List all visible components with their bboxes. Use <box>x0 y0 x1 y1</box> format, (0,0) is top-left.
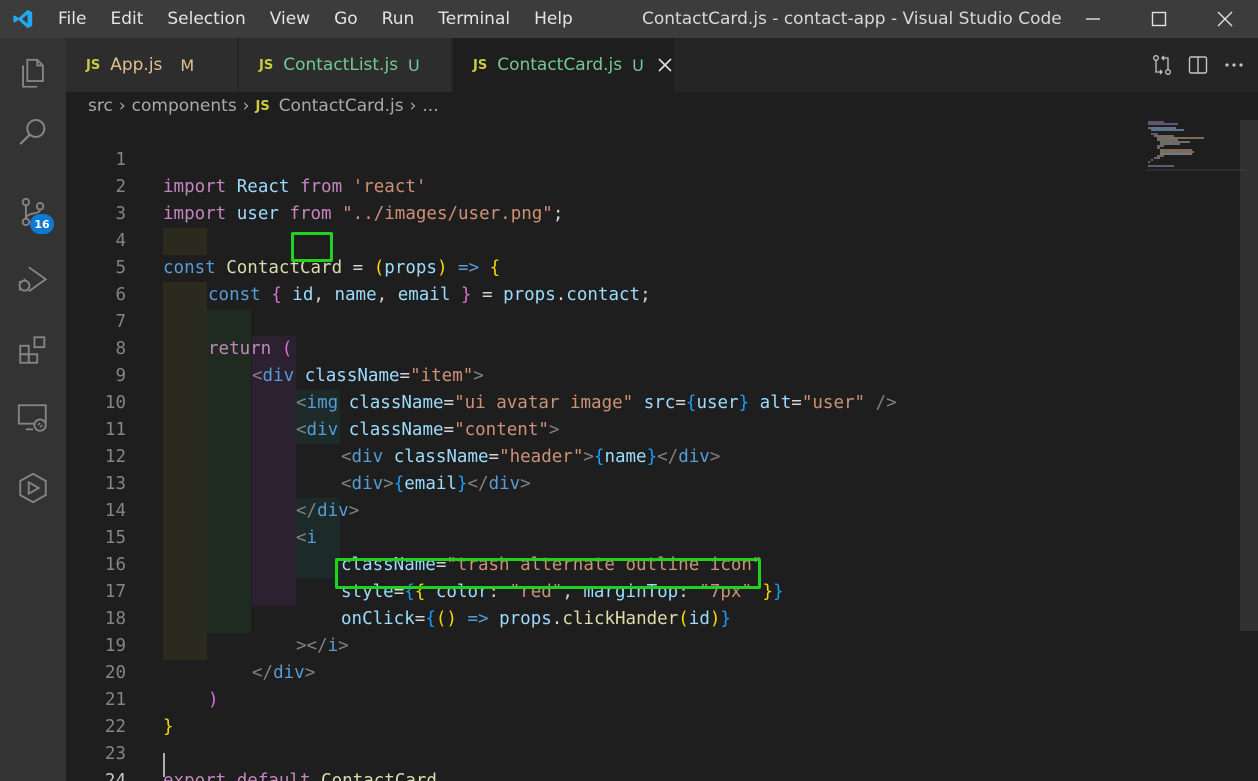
code-line: 21 } <box>66 660 1236 737</box>
close-window-button[interactable] <box>1192 0 1258 38</box>
code-line: 6 <box>66 255 1236 305</box>
editor-tab-bar: JS App.js M JS ContactList.js U JS Conta… <box>66 38 1258 92</box>
editor-actions <box>1144 38 1258 92</box>
line-number: 24 <box>104 771 126 781</box>
code-line: 10 <div className="content"> <box>66 363 1236 440</box>
tab-status: U <box>632 55 644 75</box>
code-line: 19 </div> <box>66 606 1236 683</box>
code-line: 20 ) <box>66 633 1236 710</box>
more-actions-button[interactable] <box>1216 47 1252 83</box>
chevron-right-icon: › <box>242 96 250 116</box>
explorer-button[interactable] <box>0 46 66 102</box>
breadcrumb-symbol[interactable]: ... <box>422 96 438 116</box>
extensions-button[interactable] <box>0 322 66 378</box>
remote-explorer-button[interactable] <box>0 390 66 446</box>
code-line: 7 return ( <box>66 282 1236 359</box>
maximize-icon <box>1151 11 1167 27</box>
tab-label: App.js <box>110 55 163 75</box>
code-line: 15 className="trash alternate outline ic… <box>66 498 1236 575</box>
code-line: 23 export default ContactCard <box>66 714 1236 781</box>
highlight-box-id <box>291 232 333 262</box>
js-file-icon: JS <box>86 57 101 73</box>
remote-explorer-icon <box>17 404 47 432</box>
close-icon <box>1217 11 1233 27</box>
maximize-button[interactable] <box>1126 0 1192 38</box>
code-line: 16 style={{ color: "red", marginTop: "7p… <box>66 525 1236 602</box>
menu-bar: File Edit Selection View Go Run Terminal… <box>46 0 585 38</box>
js-file-icon: JS <box>473 57 488 73</box>
source-control-button[interactable]: 16 <box>0 184 66 240</box>
code-line: 4 const ContactCard = (props) => { <box>66 201 1236 278</box>
activity-bar: 16 <box>0 38 66 781</box>
split-editor-icon <box>1188 56 1208 74</box>
menu-terminal[interactable]: Terminal <box>426 0 522 38</box>
breadcrumb-components[interactable]: components <box>132 96 237 116</box>
code-line: 9 <img className="ui avatar image" src={… <box>66 336 1236 413</box>
cube-extension-button[interactable] <box>0 460 66 516</box>
code-line: 5 const { id, name, email } = props.cont… <box>66 228 1236 305</box>
chevron-right-icon: › <box>409 96 417 116</box>
code-line: 12 <div>{email}</div> <box>66 417 1236 494</box>
run-debug-icon <box>18 266 48 293</box>
code-line: 2 import user from "../images/user.png"; <box>66 147 1236 224</box>
source-control-badge: 16 <box>30 214 54 234</box>
window-title: ContactCard.js - contact-app - Visual St… <box>642 9 1062 29</box>
close-tab-icon[interactable] <box>658 58 672 72</box>
search-icon <box>19 118 46 145</box>
title-bar: File Edit Selection View Go Run Terminal… <box>0 0 1258 38</box>
tab-contactcard-js[interactable]: JS ContactCard.js U <box>453 38 675 92</box>
code-line: 13 </div> <box>66 444 1236 521</box>
extensions-icon <box>19 336 46 364</box>
breadcrumb: src › components › JS ContactCard.js › .… <box>66 92 1258 120</box>
menu-view[interactable]: View <box>258 0 322 38</box>
tab-app-js[interactable]: JS App.js M <box>66 38 238 92</box>
minimize-icon <box>1086 18 1100 20</box>
code-line: 8 <div className="item"> <box>66 309 1236 386</box>
code-line: 1 import React from 'react' <box>66 120 1236 197</box>
code-editor[interactable]: 1 import React from 'react' 2 import use… <box>66 120 1258 781</box>
open-changes-button[interactable] <box>1144 47 1180 83</box>
menu-selection[interactable]: Selection <box>155 0 257 38</box>
menu-file[interactable]: File <box>46 0 98 38</box>
cube-icon <box>19 472 47 504</box>
code-line: 24 <box>66 741 1236 781</box>
vscode-logo-icon <box>0 0 46 38</box>
tab-status: U <box>408 55 420 75</box>
chevron-right-icon: › <box>118 96 126 116</box>
highlight-box-onclick <box>335 558 761 589</box>
tab-contactlist-js[interactable]: JS ContactList.js U <box>239 38 452 92</box>
search-button[interactable] <box>0 104 66 160</box>
window-controls <box>1060 0 1258 38</box>
compare-changes-icon <box>1153 55 1171 75</box>
minimap[interactable] <box>1146 120 1246 180</box>
split-editor-button[interactable] <box>1180 47 1216 83</box>
breadcrumb-src[interactable]: src <box>88 96 113 116</box>
menu-run[interactable]: Run <box>370 0 427 38</box>
code-line: 3 <box>66 174 1236 224</box>
minimize-button[interactable] <box>1060 0 1126 38</box>
text-cursor <box>163 753 165 777</box>
js-file-icon: JS <box>255 98 270 114</box>
run-debug-button[interactable] <box>0 252 66 308</box>
tab-label: ContactCard.js <box>497 55 623 75</box>
vertical-scrollbar[interactable] <box>1240 120 1258 631</box>
code-line: 14 <i <box>66 471 1236 548</box>
explorer-icon <box>22 58 44 88</box>
tab-label: ContactList.js <box>283 55 399 75</box>
menu-go[interactable]: Go <box>322 0 370 38</box>
tab-status: M <box>180 55 195 75</box>
more-icon <box>1225 63 1243 67</box>
breadcrumb-file[interactable]: ContactCard.js <box>279 96 404 116</box>
code-line: 22 <box>66 687 1236 737</box>
js-file-icon: JS <box>259 57 274 73</box>
code-line: 11 <div className="header">{name}</div> <box>66 390 1236 467</box>
menu-edit[interactable]: Edit <box>98 0 155 38</box>
